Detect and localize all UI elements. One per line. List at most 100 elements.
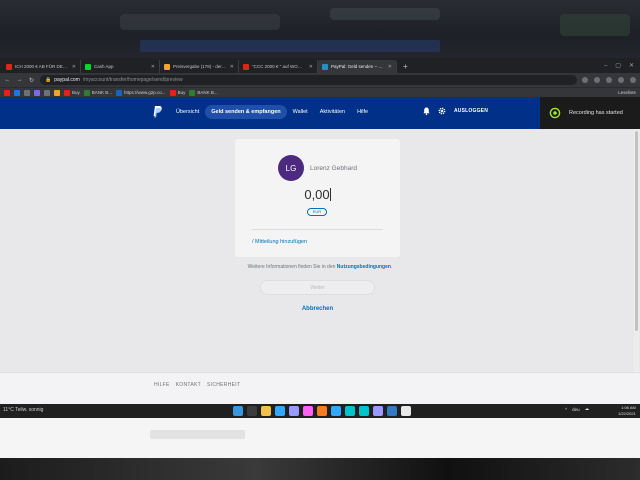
browser-tab[interactable]: Preisvergabe (178) - derstandgro...✕ — [160, 60, 239, 73]
nav-send-receive[interactable]: Geld senden & empfangen — [205, 105, 287, 119]
main-nav: Übersicht Geld senden & empfangen Wallet… — [170, 105, 374, 119]
add-note-link[interactable]: / Mitteilung hinzufügen — [252, 239, 307, 245]
lock-icon: 🔒 — [45, 77, 52, 83]
explorer-icon[interactable] — [261, 406, 271, 416]
taskbar-apps — [233, 406, 411, 416]
footer-link-contact[interactable]: KONTAKT — [176, 382, 201, 388]
terms-link[interactable]: Nutzungsbedingungen — [337, 264, 391, 270]
paypal-logo-icon[interactable] — [153, 106, 162, 118]
footer-link-security[interactable]: SICHERHEIT — [207, 382, 240, 388]
send-money-page: LG Lorenz Gebhard 0,00 EUR / Mitteilung … — [0, 129, 640, 375]
app-icon[interactable] — [359, 406, 369, 416]
divider — [252, 229, 383, 230]
menu-icon[interactable] — [630, 77, 636, 83]
nav-wallet[interactable]: Wallet — [287, 105, 314, 119]
nav-help[interactable]: Hilfe — [351, 105, 374, 119]
photoshop-icon[interactable] — [275, 406, 285, 416]
bookmark-item[interactable] — [44, 89, 50, 96]
logout-link[interactable]: AUSLOGGEN — [454, 108, 488, 114]
back-icon[interactable]: ← — [4, 77, 11, 83]
blurred-background-top — [0, 0, 640, 58]
toolbar-icons — [582, 77, 636, 83]
payee-name: Lorenz Gebhard — [310, 165, 357, 172]
bookmark-item[interactable]: BANK B... — [83, 89, 112, 96]
share-icon[interactable] — [582, 77, 588, 83]
tab-favicon-icon — [6, 63, 12, 70]
bookmark-item[interactable]: https://www.g2p.co... — [116, 89, 166, 96]
close-tab-icon[interactable]: ✕ — [309, 64, 313, 70]
avatar: LG — [278, 155, 304, 181]
header-actions: AUSLOGGEN — [423, 107, 488, 115]
bookmarks-bar: Buy BANK B... https://www.g2p.co... Buy … — [0, 87, 640, 97]
bookmark-item[interactable] — [4, 89, 10, 96]
tab-favicon-icon — [243, 63, 249, 70]
system-clock[interactable]: 1:06 AM 1/22/2021 — [618, 405, 636, 416]
browser-tab[interactable]: Cash App ✕ — [81, 60, 160, 73]
star-icon[interactable] — [594, 77, 600, 83]
next-button[interactable]: Weiter — [260, 280, 375, 295]
app-icon[interactable] — [317, 406, 327, 416]
tab-favicon-icon — [164, 63, 170, 70]
nav-activity[interactable]: Aktivitäten — [314, 105, 351, 119]
scrollbar[interactable] — [634, 129, 639, 375]
close-window-icon[interactable]: ✕ — [629, 60, 634, 73]
browser-tab[interactable]: "CCC 2000 € " auf WOW bis nächs...✕ — [239, 60, 318, 73]
address-row: ← → ↻ 🔒 paypal.com /myaccount/transfer/h… — [0, 73, 640, 87]
browser-tab[interactable]: ICH 2000 € AB FÜR DEN BESTEN M...✕ — [2, 60, 81, 73]
text-caret — [329, 188, 331, 201]
scrollbar-thumb[interactable] — [635, 131, 638, 331]
cancel-link[interactable]: Abbrechen — [0, 306, 635, 312]
nav-overview[interactable]: Übersicht — [170, 105, 205, 119]
onedrive-icon[interactable]: ☁ — [585, 406, 590, 412]
window-controls: – ▢ ✕ — [604, 60, 640, 73]
forward-icon[interactable]: → — [16, 77, 23, 83]
browser-tab-active[interactable]: PayPal: Geld senden – Bezahlun...✕ — [318, 60, 397, 73]
close-tab-icon[interactable]: ✕ — [72, 64, 76, 70]
tray-chevron-icon[interactable]: ^ — [565, 407, 567, 412]
bookmark-item[interactable]: Buy — [169, 89, 185, 96]
browser-screen: ICH 2000 € AB FÜR DEN BESTEN M...✕ Cash … — [0, 58, 640, 418]
reload-icon[interactable]: ↻ — [28, 77, 35, 84]
app-icon[interactable] — [373, 406, 383, 416]
tab-favicon-icon — [322, 63, 328, 70]
terms-info: Weitere Informationen finden Sie in den … — [247, 264, 393, 270]
paypal-footer: HILFE KONTAKT SICHERHEIT — [0, 372, 640, 404]
footer-link-help[interactable]: HILFE — [154, 382, 170, 388]
start-icon[interactable] — [233, 406, 243, 416]
xd-icon[interactable] — [303, 406, 313, 416]
bookmark-item[interactable] — [54, 89, 60, 96]
reading-list-button[interactable]: Leseliste — [618, 90, 636, 95]
blurred-background-bottom — [0, 418, 640, 480]
chrome-icon[interactable] — [401, 406, 411, 416]
extension-icon[interactable] — [606, 77, 612, 83]
bookmark-item[interactable]: BANK B... — [189, 89, 218, 96]
close-tab-icon[interactable]: ✕ — [151, 64, 155, 70]
premiere-icon[interactable] — [289, 406, 299, 416]
address-bar[interactable]: 🔒 paypal.com /myaccount/transfer/homepag… — [40, 75, 577, 85]
currency-selector[interactable]: EUR — [307, 208, 327, 216]
close-tab-icon[interactable]: ✕ — [230, 64, 234, 70]
bell-icon[interactable] — [423, 107, 430, 115]
send-money-card: LG Lorenz Gebhard 0,00 EUR / Mitteilung … — [235, 139, 400, 257]
app-icon[interactable] — [331, 406, 341, 416]
app-icon[interactable] — [387, 406, 397, 416]
search-icon[interactable] — [247, 406, 257, 416]
gear-icon[interactable] — [438, 107, 446, 115]
profile-icon[interactable] — [618, 77, 624, 83]
recording-notification: Recording has started — [540, 97, 640, 129]
tab-favicon-icon — [85, 63, 91, 70]
app-icon[interactable] — [345, 406, 355, 416]
language-indicator[interactable]: deu — [572, 407, 580, 412]
weather-widget[interactable]: 11°C Teilw. sonnig — [3, 407, 43, 413]
recording-icon — [549, 107, 561, 119]
new-tab-button[interactable]: + — [397, 60, 414, 73]
minimize-icon[interactable]: – — [604, 60, 607, 73]
bookmark-item[interactable] — [34, 89, 40, 96]
bookmark-item[interactable]: Buy — [64, 89, 80, 96]
bookmark-item[interactable] — [14, 89, 20, 96]
amount-input[interactable]: 0,00 — [235, 187, 400, 202]
close-tab-icon[interactable]: ✕ — [388, 64, 392, 70]
bookmark-item[interactable] — [24, 89, 30, 96]
maximize-icon[interactable]: ▢ — [615, 60, 621, 73]
system-tray: ^ deu ☁ — [565, 406, 589, 412]
